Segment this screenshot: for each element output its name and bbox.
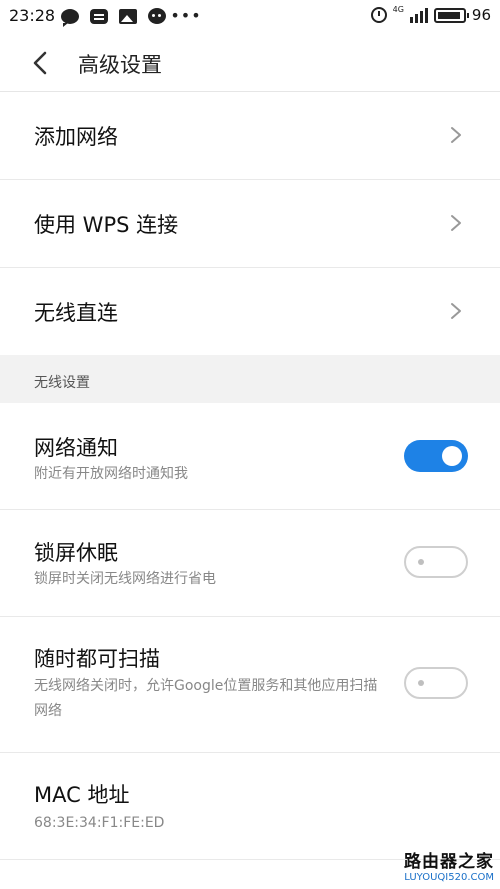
- toggle-knob: [442, 446, 462, 466]
- add-network-label: 添加网络: [34, 125, 118, 149]
- page-title: 高级设置: [78, 53, 162, 77]
- alarm-icon: [370, 7, 387, 23]
- screen-lock-sleep-label: 锁屏休眠: [34, 541, 118, 565]
- always-scan-desc: 无线网络关闭时，允许Google位置服务和其他应用扫描网络: [34, 678, 378, 719]
- watermark: 路由器之家 LUYOUQI520.COM: [404, 847, 494, 883]
- battery-icon: [433, 7, 469, 23]
- image-icon: [118, 7, 138, 25]
- chevron-right-icon: [451, 127, 461, 143]
- battery-level: 96: [471, 6, 491, 24]
- signal-icon: [409, 7, 428, 23]
- network-notify-row[interactable]: 网络通知 附近有开放网络时通知我: [0, 404, 500, 510]
- status-bar: 23:28 ••• 4G 96: [0, 0, 500, 34]
- watermark-url: LUYOUQI520.COM: [404, 872, 494, 883]
- wifi-direct-row[interactable]: 无线直连: [0, 268, 500, 356]
- status-time: 23:28: [9, 6, 56, 25]
- network-type: 4G: [392, 5, 404, 14]
- screen-lock-sleep-toggle[interactable]: [404, 546, 468, 578]
- mac-address-value: 68:3E:34:F1:FE:ED: [34, 815, 165, 831]
- network-notify-desc: 附近有开放网络时通知我: [34, 466, 188, 482]
- section-header: 无线设置: [0, 355, 500, 403]
- screen-lock-sleep-row[interactable]: 锁屏休眠 锁屏时关闭无线网络进行省电: [0, 510, 500, 617]
- wps-connect-row[interactable]: 使用 WPS 连接: [0, 180, 500, 268]
- message-bubble-icon: [60, 7, 80, 27]
- chevron-right-icon: [451, 215, 461, 231]
- notification-icons: •••: [60, 6, 202, 27]
- status-right: 4G 96: [370, 5, 491, 24]
- chat-face-icon: [147, 7, 167, 25]
- add-network-row[interactable]: 添加网络: [0, 92, 500, 180]
- mac-address-label: MAC 地址: [34, 783, 130, 807]
- always-scan-row[interactable]: 随时都可扫描 无线网络关闭时，允许Google位置服务和其他应用扫描网络: [0, 617, 500, 753]
- screen-lock-sleep-desc: 锁屏时关闭无线网络进行省电: [34, 571, 216, 587]
- more-dots-icon: •••: [170, 6, 202, 25]
- toggle-knob: [418, 680, 424, 686]
- network-notify-label: 网络通知: [34, 436, 118, 460]
- always-scan-label: 随时都可扫描: [34, 647, 160, 671]
- network-notify-toggle[interactable]: [404, 440, 468, 472]
- section-label: 无线设置: [34, 375, 90, 391]
- wps-connect-label: 使用 WPS 连接: [34, 213, 179, 237]
- chevron-right-icon: [451, 303, 461, 319]
- back-arrow-icon[interactable]: [30, 50, 52, 76]
- toggle-knob: [418, 559, 424, 565]
- mac-address-row: MAC 地址 68:3E:34:F1:FE:ED: [0, 753, 500, 860]
- app-header: 高级设置: [0, 34, 500, 92]
- wifi-direct-label: 无线直连: [34, 301, 118, 325]
- always-scan-toggle[interactable]: [404, 667, 468, 699]
- chat-square-icon: [89, 7, 109, 25]
- watermark-title: 路由器之家: [404, 852, 494, 872]
